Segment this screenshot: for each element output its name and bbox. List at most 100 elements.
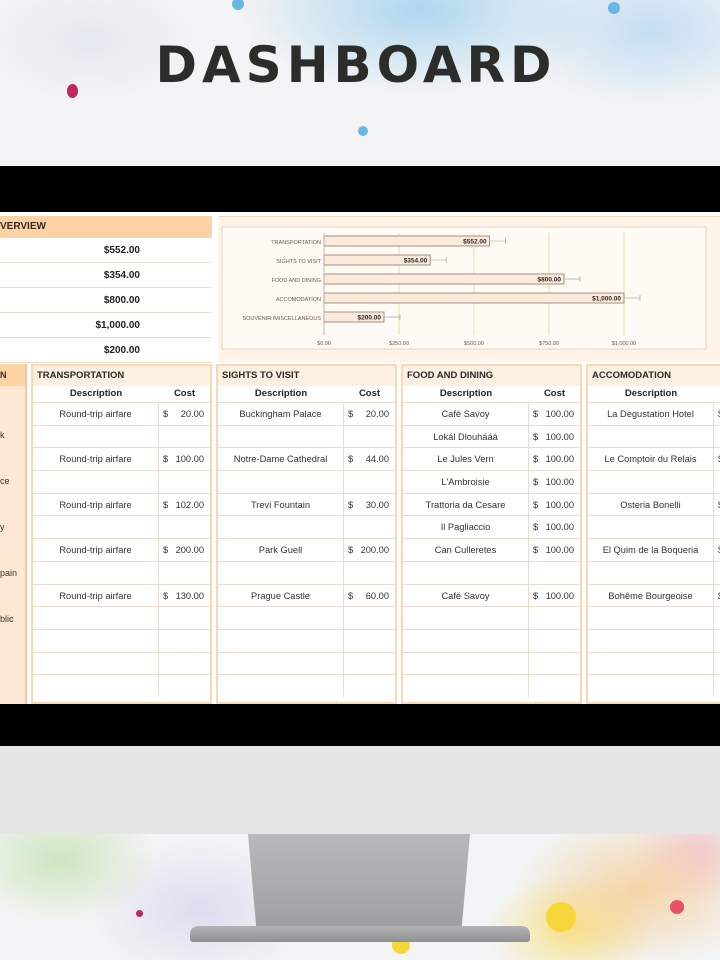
description-cell[interactable]	[33, 629, 159, 652]
description-cell[interactable]	[588, 675, 714, 697]
table-row[interactable]	[588, 651, 720, 675]
table-row[interactable]: Café Savoy $100.00	[403, 402, 580, 425]
table-row[interactable]: L'Ambroisie $100.00	[403, 470, 580, 493]
cost-cell[interactable]	[714, 607, 720, 629]
cost-cell[interactable]	[714, 675, 720, 697]
table-row[interactable]	[33, 424, 210, 448]
table-row[interactable]	[403, 674, 580, 697]
cost-cell[interactable]: $20.00	[344, 403, 395, 425]
table-row[interactable]	[218, 515, 395, 539]
cost-cell[interactable]: $130.00	[159, 585, 210, 607]
description-cell[interactable]: L'Ambroisie	[403, 471, 529, 493]
table-row[interactable]: Lokál Dlouhááá $100.00	[403, 424, 580, 448]
cost-cell[interactable]	[529, 675, 580, 697]
cost-cell[interactable]	[159, 516, 210, 538]
table-row[interactable]	[218, 560, 395, 584]
description-cell[interactable]	[33, 652, 159, 675]
description-cell[interactable]	[218, 629, 344, 652]
description-cell[interactable]	[33, 516, 159, 539]
description-cell[interactable]	[588, 629, 714, 652]
description-cell[interactable]	[403, 675, 529, 697]
description-cell[interactable]: Round-trip airfare	[33, 493, 159, 516]
cost-cell[interactable]	[714, 426, 720, 448]
table-row[interactable]: Round-trip airfare $130.00	[33, 583, 210, 607]
cost-cell[interactable]: $100.00	[529, 539, 580, 561]
cost-cell[interactable]	[344, 426, 395, 448]
cost-cell[interactable]	[344, 653, 395, 675]
cost-cell[interactable]	[714, 471, 720, 493]
description-cell[interactable]	[403, 629, 529, 652]
table-row[interactable]	[588, 424, 720, 448]
description-cell[interactable]	[218, 652, 344, 675]
table-row[interactable]	[588, 674, 720, 697]
table-row[interactable]	[33, 651, 210, 675]
description-cell[interactable]: Trevi Fountain	[218, 493, 344, 516]
description-cell[interactable]: Bohême Bourgeoise	[588, 584, 714, 607]
description-cell[interactable]: Café Savoy	[403, 403, 529, 425]
cost-cell[interactable]: $60.00	[344, 585, 395, 607]
description-cell[interactable]: Trattoria da Cesare	[403, 493, 529, 516]
cost-cell[interactable]: $100.00	[529, 448, 580, 470]
description-cell[interactable]: Il Pagliaccio	[403, 516, 529, 539]
table-row[interactable]	[218, 606, 395, 629]
table-row[interactable]: Round-trip airfare $100.00	[33, 447, 210, 471]
cost-cell[interactable]: $200.00	[159, 539, 210, 561]
cost-cell[interactable]: $100.00	[529, 471, 580, 493]
cost-cell[interactable]	[714, 653, 720, 675]
cost-cell[interactable]	[344, 607, 395, 629]
description-cell[interactable]	[218, 561, 344, 584]
description-cell[interactable]	[218, 425, 344, 448]
table-row[interactable]	[33, 560, 210, 584]
description-cell[interactable]: Osteria Bonelli	[588, 493, 714, 516]
description-cell[interactable]: Park Guell	[218, 539, 344, 561]
table-row[interactable]	[33, 606, 210, 629]
cost-cell[interactable]	[344, 675, 395, 697]
description-cell[interactable]: Le Jules Vern	[403, 448, 529, 471]
table-row[interactable]	[588, 628, 720, 652]
cost-cell[interactable]	[529, 562, 580, 584]
cost-cell[interactable]	[344, 471, 395, 493]
table-row[interactable]	[33, 470, 210, 493]
description-cell[interactable]: Prague Castle	[218, 584, 344, 607]
table-row[interactable]: Trattoria da Cesare $100.00	[403, 492, 580, 516]
cost-cell[interactable]	[714, 516, 720, 538]
table-row[interactable]: Park Guell $200.00	[218, 538, 395, 561]
table-row[interactable]	[403, 628, 580, 652]
cost-cell[interactable]	[159, 630, 210, 652]
description-cell[interactable]	[33, 425, 159, 448]
description-cell[interactable]	[33, 675, 159, 697]
table-row[interactable]	[218, 470, 395, 493]
table-row[interactable]	[218, 424, 395, 448]
description-cell[interactable]: Round-trip airfare	[33, 584, 159, 607]
cost-cell[interactable]: $	[714, 448, 720, 470]
cost-cell[interactable]: $	[714, 539, 720, 561]
description-cell[interactable]: La Degustation Hotel	[588, 403, 714, 425]
table-row[interactable]: Round-trip airfare $200.00	[33, 538, 210, 561]
description-cell[interactable]	[403, 607, 529, 629]
table-row[interactable]	[588, 560, 720, 584]
description-cell[interactable]	[588, 561, 714, 584]
cost-cell[interactable]	[344, 562, 395, 584]
table-row[interactable]: Bohême Bourgeoise$	[588, 583, 720, 607]
table-row[interactable]: Round-trip airfare $20.00	[33, 402, 210, 425]
description-cell[interactable]: Round-trip airfare	[33, 403, 159, 425]
description-cell[interactable]	[218, 607, 344, 629]
cost-cell[interactable]	[714, 562, 720, 584]
cost-cell[interactable]	[714, 630, 720, 652]
cost-cell[interactable]	[159, 607, 210, 629]
table-row[interactable]: Notre-Dame Cathedral $44.00	[218, 447, 395, 471]
description-cell[interactable]: Le Comptoir du Relais	[588, 448, 714, 471]
table-row[interactable]: Prague Castle $60.00	[218, 583, 395, 607]
table-row[interactable]	[588, 470, 720, 493]
cost-cell[interactable]	[529, 607, 580, 629]
description-cell[interactable]: Round-trip airfare	[33, 448, 159, 471]
description-cell[interactable]	[403, 561, 529, 584]
cost-cell[interactable]: $102.00	[159, 494, 210, 516]
table-row[interactable]: Le Comptoir du Relais$	[588, 447, 720, 471]
description-cell[interactable]	[403, 652, 529, 675]
description-cell[interactable]	[588, 425, 714, 448]
table-row[interactable]	[403, 606, 580, 629]
table-row[interactable]: El Quim de la Boqueria$	[588, 538, 720, 561]
description-cell[interactable]: Lokál Dlouhááá	[403, 425, 529, 448]
cost-cell[interactable]: $	[714, 494, 720, 516]
